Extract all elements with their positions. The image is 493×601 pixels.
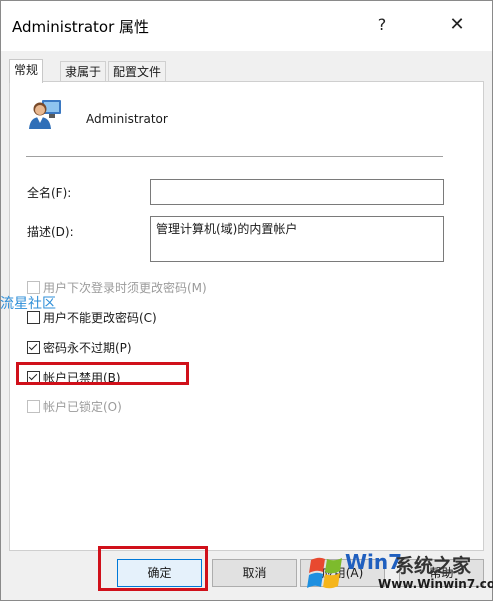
title-bar: Administrator 属性 ? ✕ [1, 1, 492, 51]
separator [26, 156, 443, 157]
properties-dialog: Administrator 属性 ? ✕ 常规 隶属于 配置文件 Adminis… [0, 0, 493, 601]
checkbox-label: 密码永不过期(P) [43, 341, 132, 355]
general-tab-panel: Administrator 全名(F): 描述(D): 管理计算机(域)的内置帐… [9, 81, 484, 551]
tab-member-of[interactable]: 隶属于 [60, 61, 107, 82]
checkbox-label: 帐户已锁定(O) [43, 400, 122, 414]
watermark-text: 流星社区 [0, 296, 56, 312]
help-title-button[interactable]: ? [367, 11, 397, 39]
tab-profile[interactable]: 配置文件 [108, 61, 167, 82]
logo-win7-text: Win7 [345, 550, 403, 574]
description-input[interactable]: 管理计算机(域)的内置帐户 [150, 216, 444, 262]
windows-flag-icon [307, 557, 342, 589]
tab-general[interactable]: 常规 [9, 59, 44, 83]
checkbox-label: 用户不能更改密码(C) [43, 311, 157, 325]
cancel-button[interactable]: 取消 [212, 559, 297, 587]
logo-url-text: Www.Winwin7.com [378, 577, 493, 591]
description-label: 描述(D): [27, 225, 74, 239]
checkbox-box[interactable] [27, 400, 40, 413]
fullname-input[interactable] [150, 179, 444, 205]
fullname-label: 全名(F): [27, 186, 72, 200]
checkbox-label: 帐户已禁用(B) [43, 371, 121, 385]
ok-button[interactable]: 确定 [117, 559, 202, 587]
logo-system-home-text: 系统之家 [395, 555, 472, 577]
close-button[interactable]: ✕ [442, 11, 472, 39]
account-name: Administrator [86, 112, 168, 126]
checkbox-box[interactable] [27, 371, 40, 384]
checkbox-label: 用户下次登录时须更改密码(M) [43, 281, 207, 295]
site-logo-watermark: Win7 系统之家 Www.Winwin7.com [305, 550, 493, 598]
window-title: Administrator 属性 [12, 18, 150, 36]
user-account-icon [29, 100, 61, 129]
checkbox-box[interactable] [27, 341, 40, 354]
